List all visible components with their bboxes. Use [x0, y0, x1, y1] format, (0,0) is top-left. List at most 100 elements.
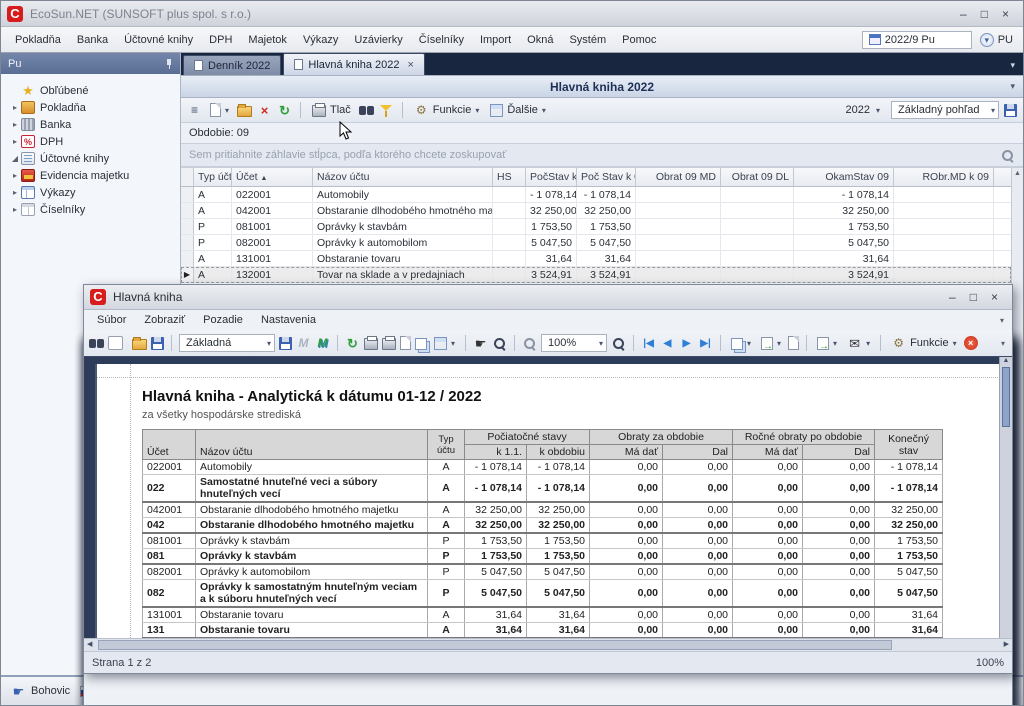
report-minimize-button[interactable]: –	[949, 290, 956, 304]
scale-button[interactable]: ▾	[431, 335, 458, 351]
column-header-robr-md-k-09[interactable]: RObr.MD k 09	[894, 168, 994, 186]
tab-denn-k-2022[interactable]: Denník 2022	[183, 55, 281, 75]
zoom-out-icon[interactable]	[522, 336, 537, 351]
preview-vertical-scrollbar[interactable]: ▲	[999, 357, 1012, 638]
column-header-obrat-09-md[interactable]: Obrat 09 MD	[636, 168, 721, 186]
delete-icon[interactable]: ×	[257, 103, 272, 118]
filter-icon[interactable]	[379, 103, 394, 118]
report-menu-pozadie[interactable]: Pozadie	[194, 312, 252, 328]
scroll-left-icon[interactable]: ◀	[87, 640, 92, 648]
column-header-hs[interactable]: HS	[493, 168, 526, 186]
report-search-icon[interactable]	[89, 336, 104, 351]
print-button[interactable]: Tlač	[309, 103, 354, 118]
refresh-icon[interactable]: ↻	[277, 103, 292, 118]
table-row[interactable]: A022001Automobily- 1 078,14- 1 078,14- 1…	[181, 187, 1011, 203]
table-row[interactable]: P081001Oprávky k stavbám1 753,501 753,50…	[181, 219, 1011, 235]
sidebar-item-tovn-knihy[interactable]: ◢Účtovné knihy	[1, 150, 180, 167]
menu-item-seln-ky[interactable]: Číselníky	[411, 31, 472, 49]
export-file-button[interactable]: ▾	[814, 336, 840, 351]
tabstrip-dropdown-icon[interactable]: ▾	[1010, 60, 1023, 75]
report-menu-s-bor[interactable]: Súbor	[88, 312, 135, 328]
sidebar-item-seln-ky[interactable]: ▸Číselníky	[1, 201, 180, 218]
menu-item-tovn-knihy[interactable]: Účtovné knihy	[116, 31, 201, 49]
menu-item-poklad-a[interactable]: Pokladňa	[7, 31, 69, 49]
menu-item-uz-vierky[interactable]: Uzávierky	[346, 31, 410, 49]
scroll-right-icon[interactable]: ▶	[1004, 640, 1009, 648]
report-maximize-button[interactable]: □	[970, 290, 977, 304]
column-header-po-stav-k[interactable]: PočStav k..	[526, 168, 577, 186]
report-print-icon[interactable]	[364, 338, 378, 350]
sidebar-item-poklad-a[interactable]: ▸Pokladňa	[1, 99, 180, 116]
report-open-icon[interactable]	[132, 339, 147, 350]
report-menubar-overflow-icon[interactable]: ▾	[1000, 316, 1008, 325]
table-row[interactable]: A042001Obstaranie dlhodobého hmotného ma…	[181, 203, 1011, 219]
menu-item-okn[interactable]: Okná	[519, 31, 561, 49]
sidebar-item-dph[interactable]: ▸%DPH	[1, 133, 180, 150]
tab-close-icon[interactable]: ×	[408, 59, 414, 71]
report-funkcie-button[interactable]: ⚙ Funkcie▾	[888, 335, 960, 352]
hand-tool-icon[interactable]: ☛	[473, 336, 488, 351]
toolbar-menu-icon[interactable]: ≡	[187, 103, 202, 118]
next-page-icon[interactable]: ▶	[679, 336, 694, 351]
menu-item-syst-m[interactable]: Systém	[561, 31, 614, 49]
page-setup-icon[interactable]	[415, 338, 427, 350]
sidebar-item-v-kazy[interactable]: ▸Výkazy	[1, 184, 180, 201]
watermark-off-icon[interactable]: M	[296, 336, 311, 351]
menu-item-banka[interactable]: Banka	[69, 31, 116, 49]
preview-horizontal-scrollbar[interactable]: ◀ ▶	[84, 638, 1012, 651]
new-record-button[interactable]: ▾	[207, 102, 232, 118]
multi-page-button[interactable]: ▾	[728, 335, 754, 351]
user-menu[interactable]: ▾ PU	[980, 33, 1013, 47]
maximize-button[interactable]: □	[981, 7, 988, 21]
column-header-et[interactable]: Účet ▲	[232, 168, 313, 186]
menu-item-v-kazy[interactable]: Výkazy	[295, 31, 346, 49]
table-row[interactable]: ▶A132001Tovar na sklade a v predajniach3…	[181, 267, 1011, 283]
report-close-circle-icon[interactable]: ×	[964, 336, 978, 350]
edit-page-icon[interactable]	[108, 336, 123, 350]
sidebar-item-banka[interactable]: ▸Banka	[1, 116, 180, 133]
grid-search-icon[interactable]	[1000, 148, 1015, 163]
sidebar-item-ob-ben[interactable]: ★Obľúbené	[1, 82, 180, 99]
scroll-thumb[interactable]	[98, 640, 892, 650]
pin-icon[interactable]	[165, 59, 173, 69]
export-button[interactable]: ▾	[758, 336, 784, 351]
magnifier-icon[interactable]	[492, 336, 507, 351]
menu-item-majetok[interactable]: Majetok	[240, 31, 295, 49]
report-quick-print-icon[interactable]	[382, 338, 396, 350]
column-header-n-zov-tu[interactable]: Názov účtu	[313, 168, 493, 186]
close-button[interactable]: ×	[1002, 7, 1009, 21]
menu-item-import[interactable]: Import	[472, 31, 519, 49]
menu-item-dph[interactable]: DPH	[201, 31, 240, 49]
page-preview-icon[interactable]	[400, 336, 411, 350]
report-menu-nastavenia[interactable]: Nastavenia	[252, 312, 325, 328]
year-select[interactable]: 2022▾	[840, 104, 887, 116]
group-by-panel[interactable]: Sem pritiahnite záhlavie stĺpca, podľa k…	[181, 143, 1023, 167]
report-close-button[interactable]: ×	[991, 290, 998, 304]
panel-dropdown-icon[interactable]: ▾	[1010, 81, 1015, 92]
table-row[interactable]: P082001Oprávky k automobilom5 047,505 04…	[181, 235, 1011, 251]
column-header-po-stav-k-09[interactable]: Poč Stav k 09	[577, 168, 636, 186]
report-view-select[interactable]: Základná▾	[179, 334, 275, 352]
report-menu-zobrazi[interactable]: Zobraziť	[135, 312, 194, 328]
funkcie-button[interactable]: ⚙ Funkcie▾	[411, 102, 483, 119]
zoom-select[interactable]: 100%▾	[541, 334, 607, 352]
tab-hlavn-kniha-2022[interactable]: Hlavná kniha 2022×	[283, 53, 425, 75]
search-binoculars-icon[interactable]	[359, 103, 374, 118]
report-toolbar-overflow-icon[interactable]: ▾	[1001, 339, 1007, 348]
send-email-button[interactable]: ✉▾	[844, 335, 873, 352]
first-page-icon[interactable]: |◀	[641, 336, 656, 351]
save-view-icon[interactable]	[1004, 104, 1017, 117]
minimize-button[interactable]: –	[960, 7, 967, 21]
report-save-icon[interactable]	[151, 337, 164, 350]
zoom-in-icon[interactable]	[611, 336, 626, 351]
open-folder-icon[interactable]	[237, 106, 252, 117]
watermark-on-icon[interactable]: M	[315, 336, 330, 351]
document-icon[interactable]	[788, 336, 799, 350]
column-header-obrat-09-dl[interactable]: Obrat 09 DL	[721, 168, 794, 186]
dalsie-button[interactable]: Ďalšie▾	[487, 102, 549, 118]
sidebar-item-evidencia-majetku[interactable]: ▸Evidencia majetku	[1, 167, 180, 184]
view-select[interactable]: Základný pohľad▾	[891, 101, 999, 119]
report-refresh-icon[interactable]: ↻	[345, 336, 360, 351]
table-row[interactable]: A131001Obstaranie tovaru31,6431,6431,64	[181, 251, 1011, 267]
menu-item-pomoc[interactable]: Pomoc	[614, 31, 664, 49]
